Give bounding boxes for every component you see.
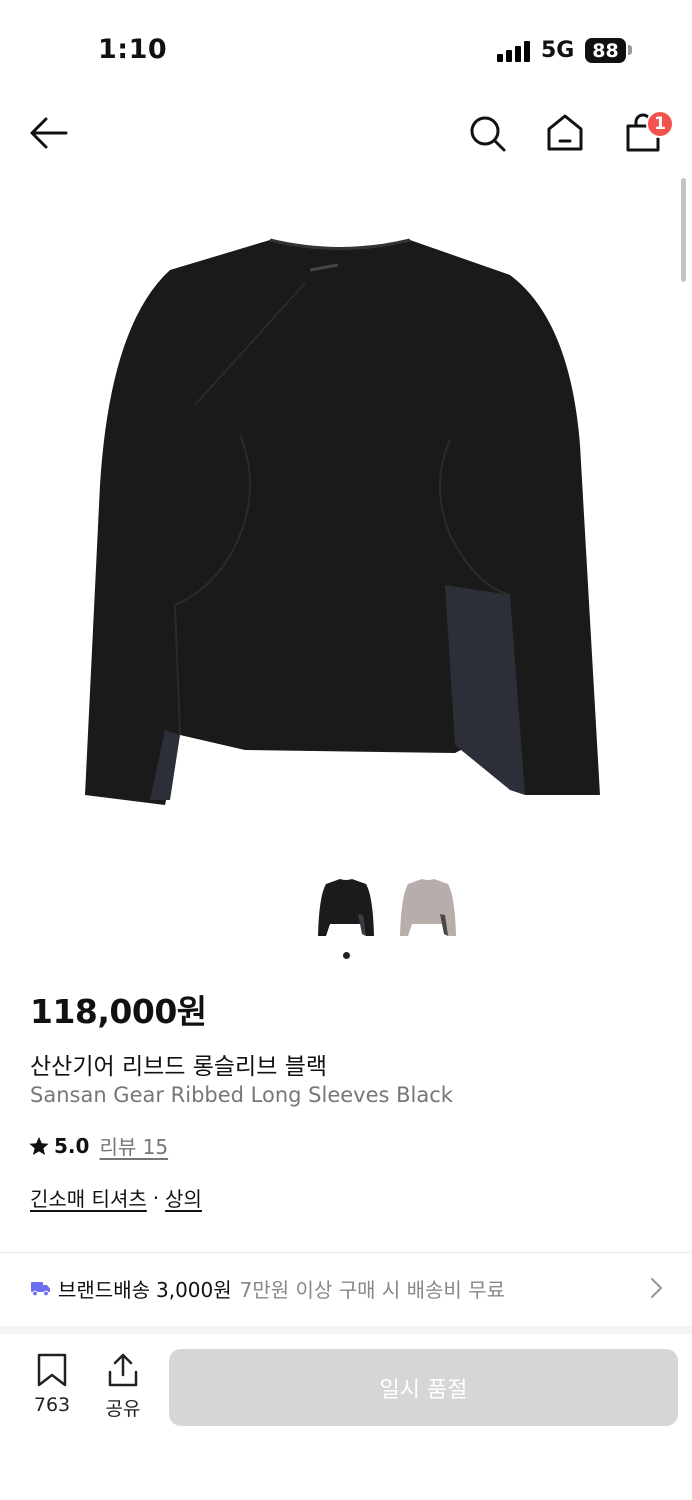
rating-score: 5.0 (54, 1133, 90, 1158)
category-separator: · (152, 1185, 160, 1210)
product-price: 118,000원 (30, 992, 207, 1031)
search-icon (470, 116, 506, 152)
share-button[interactable]: 공유 (98, 1352, 148, 1421)
network-type: 5G (541, 38, 575, 63)
review-link[interactable]: 리뷰 15 (99, 1131, 168, 1160)
battery-level: 88 (592, 39, 619, 62)
product-name-ko: 산산기어 리브드 롱슬리브 블랙 (30, 1054, 328, 1080)
shipping-brand-label: 브랜드배송 (58, 1277, 150, 1302)
share-label: 공유 (105, 1398, 141, 1420)
home-icon (547, 114, 583, 151)
arrow-left-icon (30, 117, 68, 149)
cart-count-badge: 1 (646, 110, 674, 138)
bookmark-icon (37, 1353, 67, 1387)
carousel-indicator (343, 952, 350, 959)
star-icon (29, 1136, 49, 1155)
like-button[interactable]: 763 (27, 1352, 77, 1416)
scrollbar[interactable] (681, 178, 686, 282)
back-button[interactable] (26, 110, 72, 156)
section-divider (0, 1326, 692, 1334)
category-breadcrumb: 긴소매 티셔츠 · 상의 (30, 1183, 202, 1212)
shipping-note: 7만원 이상 구매 시 배송비 무료 (239, 1277, 505, 1302)
product-image[interactable] (70, 225, 630, 825)
search-button[interactable] (464, 110, 510, 156)
thumbnail-black[interactable] (316, 876, 376, 944)
sweater-illustration (85, 238, 600, 805)
thumbnail-gray-image (400, 879, 456, 936)
product-name-en: Sansan Gear Ribbed Long Sleeves Black (30, 1083, 453, 1107)
like-count: 763 (33, 1394, 71, 1416)
shipping-info-row[interactable]: 브랜드배송 3,000원 7만원 이상 구매 시 배송비 무료 (30, 1270, 670, 1306)
battery-icon: 88 (585, 38, 626, 63)
status-time: 1:10 (98, 34, 168, 65)
shipping-fee: 3,000원 (156, 1277, 232, 1302)
share-icon (108, 1353, 138, 1387)
rating-row: 5.0 리뷰 15 (28, 1131, 168, 1160)
home-button[interactable] (542, 110, 588, 156)
truck-icon (31, 1282, 50, 1297)
thumbnail-gray[interactable] (398, 876, 458, 944)
thumbnail-black-image (318, 879, 374, 936)
battery-cap (628, 45, 632, 55)
cellular-signal-icon (497, 40, 531, 62)
chevron-right-icon (651, 1278, 662, 1298)
divider (0, 1252, 692, 1253)
category-link-top[interactable]: 상의 (165, 1183, 202, 1212)
sold-out-button[interactable]: 일시 품절 (169, 1349, 678, 1426)
category-link-long-sleeve[interactable]: 긴소매 티셔츠 (30, 1183, 147, 1212)
